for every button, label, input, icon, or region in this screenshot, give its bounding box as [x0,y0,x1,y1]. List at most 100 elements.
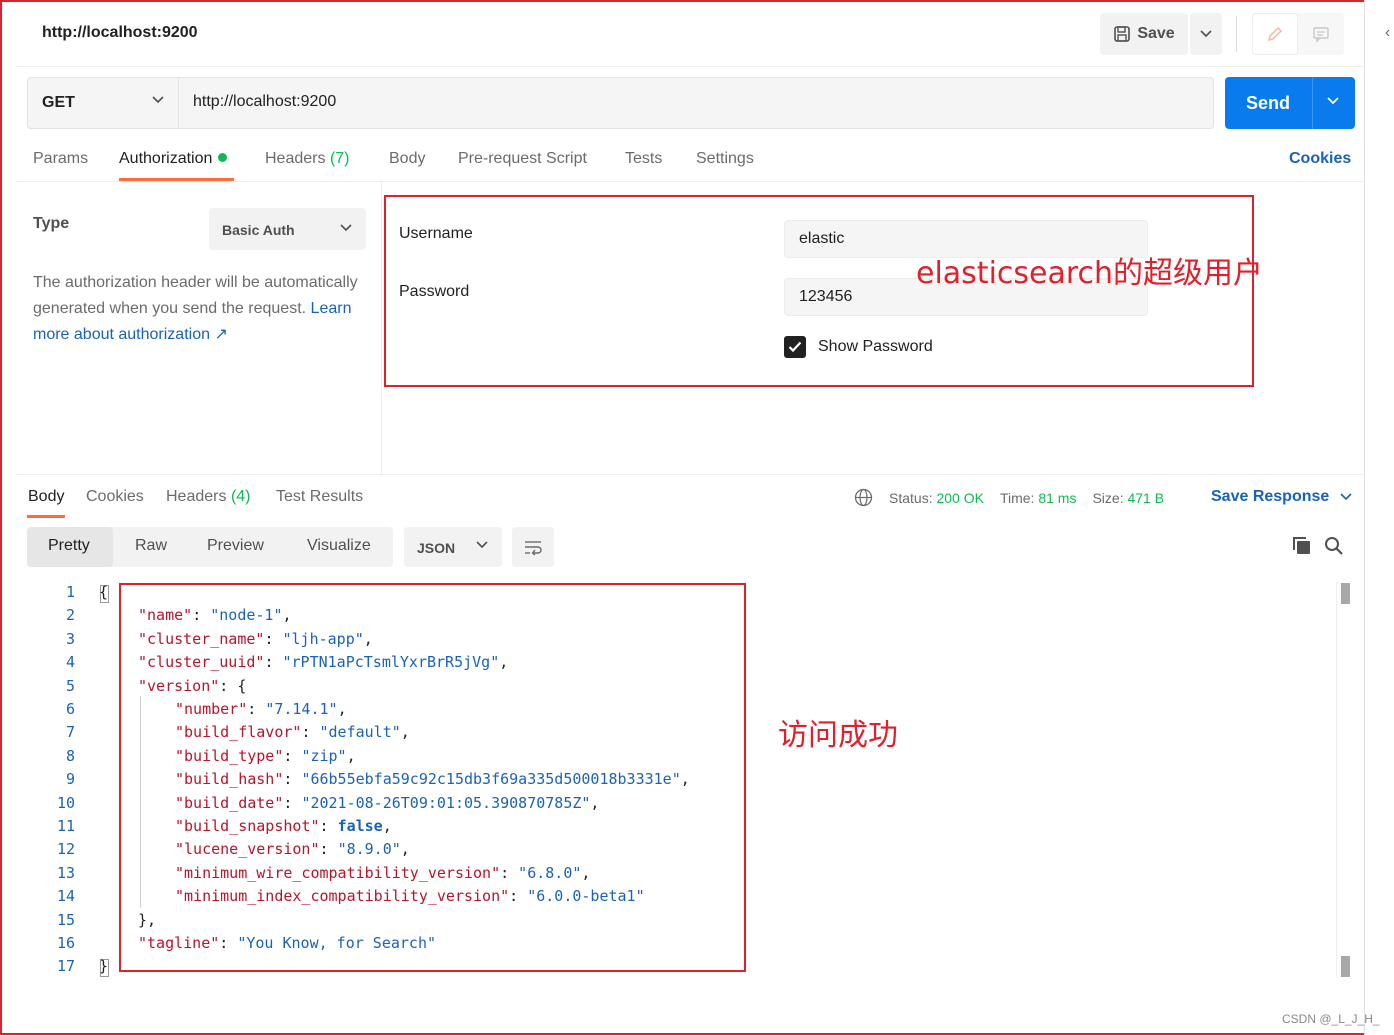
request-header: http://localhost:9200 Save [16,0,1364,67]
tab-tests[interactable]: Tests [625,150,662,168]
chevron-left-icon[interactable]: ‹ [1385,24,1390,42]
line-number: 2 [65,606,75,625]
wrap-lines-button[interactable] [512,527,554,567]
tab-label: Headers [265,150,326,167]
tab-body[interactable]: Body [389,150,425,168]
status-info: Status: 200 OK [889,490,984,506]
chevron-down-icon [340,224,352,232]
view-visualize[interactable]: Visualize [307,537,371,555]
time-label: Time: [999,489,1035,506]
tab-label: Headers [166,488,227,505]
size-value: 471 B [1127,489,1165,506]
scrollbar-track[interactable] [1336,582,1337,977]
auth-description-text: The authorization header will be automat… [33,274,358,317]
tab-pre-request-script[interactable]: Pre-request Script [458,150,587,168]
annotation-success: 访问成功 [778,718,898,753]
search-icon[interactable] [1323,535,1345,557]
scrollbar-thumb-bottom[interactable] [1341,956,1350,977]
request-title[interactable]: http://localhost:9200 [42,24,198,42]
line-number: 16 [56,934,75,952]
comment-icon [1313,27,1329,43]
chevron-down-icon [1200,30,1212,38]
tab-label: Pre-request Script [458,150,587,167]
tab-authorization[interactable]: Authorization [119,150,228,168]
code-line: } [99,957,108,975]
auth-type-select[interactable]: Basic Auth [209,208,366,250]
method-value: GET [42,94,75,111]
active-tab-underline [119,178,234,181]
request-tabs: Params Authorization Headers (7) Body Pr… [16,140,1364,182]
chevron-down-icon[interactable] [1327,97,1339,105]
line-number: 14 [56,887,75,906]
type-label: Type [33,215,70,232]
chevron-down-icon [152,96,164,104]
view-preview[interactable]: Preview [207,537,264,555]
comments-button[interactable] [1298,13,1344,55]
tab-settings[interactable]: Settings [696,150,754,168]
tab-count: (4) [230,488,251,505]
method-select[interactable]: GET [28,78,179,128]
line-number: 3 [65,629,75,648]
line-number: 7 [65,723,75,742]
view-toggle-group [1252,13,1344,55]
send-split-divider [1312,77,1313,129]
pencil-icon [1267,26,1283,42]
save-label: Save [1137,25,1175,42]
line-number: 10 [56,793,75,812]
show-password-checkbox[interactable] [784,336,806,358]
line-number: 5 [65,676,75,695]
response-tab-test-results[interactable]: Test Results [276,488,363,506]
response-tabs: Body Cookies Headers (4) Test Results St… [16,474,1364,518]
time-value: 81 ms [1038,489,1077,506]
active-tab-underline [27,515,65,518]
send-label: Send [1246,93,1291,113]
view-mode-segmented: Pretty Raw Preview Visualize [27,527,393,567]
tab-label: Authorization [119,150,213,167]
response-tab-body[interactable]: Body [28,488,64,506]
status-value: 200 OK [936,489,984,506]
save-options-button[interactable] [1190,13,1222,55]
tab-label: Tests [625,150,663,167]
checkmark-icon [788,341,802,353]
url-bar: GET http://localhost:9200 [27,77,1214,129]
url-input[interactable]: http://localhost:9200 [193,93,336,111]
save-response-label: Save Response [1211,488,1330,505]
auth-type-value: Basic Auth [222,222,295,238]
username-label: Username [399,225,473,242]
cookies-link[interactable]: Cookies [1289,150,1351,168]
response-tab-headers[interactable]: Headers (4) [166,488,251,506]
chevron-down-icon [476,541,488,549]
response-tab-cookies[interactable]: Cookies [86,488,144,506]
watermark: CSDN @_L_J_H_ [1282,1012,1380,1026]
copy-icon[interactable] [1291,535,1313,557]
format-select[interactable]: JSON [404,527,502,567]
password-label: Password [399,283,470,300]
line-number: 6 [65,700,75,718]
save-response-button[interactable]: Save Response [1211,488,1352,506]
tab-label: Settings [696,150,754,167]
show-password-label[interactable]: Show Password [818,338,933,356]
line-number: 17 [56,957,75,976]
format-value: JSON [417,540,456,556]
globe-icon[interactable] [854,488,873,507]
tab-params[interactable]: Params [33,150,88,168]
send-button[interactable]: Send [1225,77,1355,129]
scrollbar-thumb-top[interactable] [1341,583,1350,604]
collapsed-right-sidebar[interactable]: ‹ [1364,0,1394,1035]
view-raw[interactable]: Raw [135,537,167,555]
divider [1236,16,1237,52]
tab-count: (7) [329,150,350,167]
tab-headers[interactable]: Headers (7) [265,150,350,168]
save-button[interactable]: Save [1100,13,1188,55]
view-pretty[interactable]: Pretty [48,537,90,555]
active-indicator-dot [218,153,228,162]
tab-label: Body [389,150,426,167]
edit-button[interactable] [1252,13,1298,55]
line-number: 8 [65,746,75,765]
chevron-down-icon [1340,493,1352,501]
line-number: 1 [65,583,75,601]
wrap-text-icon [525,541,542,556]
status-label: Status: [889,489,933,506]
line-number: 15 [56,910,75,929]
line-number: 9 [65,770,75,789]
